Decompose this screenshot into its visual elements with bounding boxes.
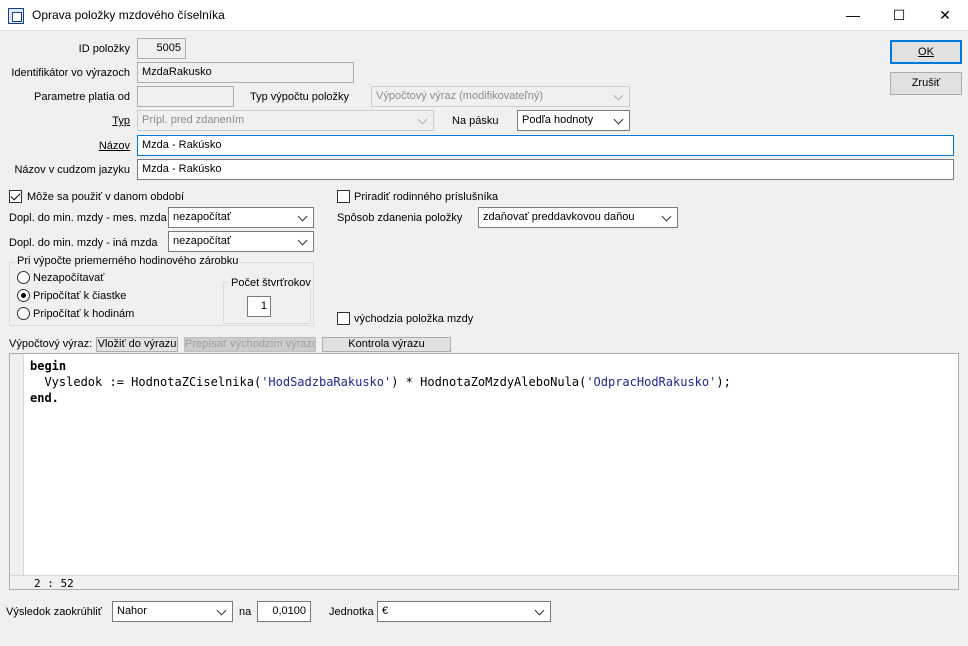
radio-add-to-hours-label[interactable]: Pripočítať k hodinám bbox=[33, 307, 134, 321]
min-wage-other-label: Dopl. do min. mzdy - iná mzda bbox=[9, 237, 158, 249]
overwrite-default-expression-button: Prepísať východzím výrazom bbox=[184, 337, 316, 352]
radio-exclude-label[interactable]: Nezapočítavať bbox=[33, 271, 104, 285]
unit-label: Jednotka bbox=[329, 606, 374, 618]
assign-family-checkbox[interactable] bbox=[337, 190, 350, 203]
params-valid-from-field[interactable] bbox=[137, 86, 234, 107]
name-input[interactable]: Mzda - Rakúsko bbox=[137, 135, 954, 156]
use-in-period-label[interactable]: Môže sa použiť v danom období bbox=[27, 190, 184, 204]
foreign-name-input[interactable]: Mzda - Rakúsko bbox=[137, 159, 954, 180]
payslip-select[interactable]: Podľa hodnoty bbox=[517, 110, 630, 131]
default-item-checkbox[interactable] bbox=[337, 312, 350, 325]
editor-gutter bbox=[10, 354, 24, 589]
calc-type-label: Typ výpočtu položky bbox=[250, 91, 350, 103]
expression-label: Výpočtový výraz: bbox=[9, 338, 93, 350]
rounding-to-label: na bbox=[239, 606, 252, 618]
minimize-icon[interactable]: — bbox=[830, 0, 876, 31]
rounding-precision-input[interactable]: 0,0100 bbox=[257, 601, 311, 622]
payslip-label: Na pásku bbox=[452, 115, 499, 127]
params-valid-from-label: Parametre platia od bbox=[34, 91, 130, 103]
average-earnings-title: Pri výpočte priemerného hodinového zárob… bbox=[15, 255, 241, 267]
identifier-field: MzdaRakusko bbox=[137, 62, 354, 83]
id-field: 5005 bbox=[137, 38, 186, 59]
check-expression-button[interactable]: Kontrola výrazu bbox=[322, 337, 451, 352]
editor-status-bar: 2 : 52 bbox=[9, 575, 959, 590]
min-wage-other-select[interactable]: nezapočítať bbox=[168, 231, 314, 252]
type-select[interactable]: Prípl. pred zdanením bbox=[137, 110, 434, 131]
use-in-period-checkbox[interactable] bbox=[9, 190, 22, 203]
chevron-down-icon bbox=[613, 87, 625, 106]
taxation-select[interactable]: zdaňovať preddavkovou daňou bbox=[478, 207, 678, 228]
ok-button[interactable]: OK bbox=[890, 40, 962, 64]
quarters-label: Počet štvrťrokov bbox=[229, 277, 313, 289]
min-wage-month-label: Dopl. do min. mzdy - mes. mzda bbox=[9, 212, 167, 224]
id-label: ID položky bbox=[78, 43, 130, 55]
quarters-input[interactable]: 1 bbox=[247, 296, 271, 317]
window-title: Oprava položky mzdového číselníka bbox=[32, 8, 225, 22]
insert-into-expression-button[interactable]: Vložiť do výrazu bbox=[96, 337, 178, 352]
code-line: Vysledok := HodnotaZCiselnika('HodSadzba… bbox=[30, 375, 731, 389]
taxation-label: Spôsob zdanenia položky bbox=[337, 212, 463, 224]
title-bar[interactable]: Oprava položky mzdového číselníka — ☐ ✕ bbox=[0, 0, 968, 31]
chevron-down-icon bbox=[661, 208, 673, 227]
maximize-icon[interactable]: ☐ bbox=[876, 0, 922, 31]
radio-add-to-hours[interactable] bbox=[17, 307, 30, 320]
radio-add-to-amount-label[interactable]: Pripočítať k čiastke bbox=[33, 289, 126, 303]
foreign-name-label: Názov v cudzom jazyku bbox=[14, 164, 130, 176]
assign-family-label[interactable]: Priradiť rodinného príslušníka bbox=[354, 190, 498, 204]
expression-editor[interactable]: begin Vysledok := HodnotaZCiselnika('Hod… bbox=[9, 353, 959, 590]
type-label: Typ bbox=[112, 115, 130, 127]
radio-exclude[interactable] bbox=[17, 271, 30, 284]
rounding-select[interactable]: Nahor bbox=[112, 601, 233, 622]
radio-add-to-amount[interactable] bbox=[17, 289, 30, 302]
name-label: Názov bbox=[98, 140, 130, 152]
identifier-label: Identifikátor vo výrazoch bbox=[11, 67, 130, 79]
chevron-down-icon bbox=[417, 111, 429, 130]
chevron-down-icon bbox=[297, 208, 309, 227]
cursor-position: 2 : 52 bbox=[34, 577, 74, 590]
code-line: begin bbox=[30, 359, 67, 373]
min-wage-month-select[interactable]: nezapočítať bbox=[168, 207, 314, 228]
default-item-label[interactable]: východzia položka mzdy bbox=[354, 312, 473, 326]
code-line: end. bbox=[30, 391, 59, 405]
chevron-down-icon bbox=[613, 111, 625, 130]
rounding-label: Výsledok zaokrúhliť bbox=[6, 606, 102, 618]
chevron-down-icon bbox=[216, 602, 228, 621]
close-icon[interactable]: ✕ bbox=[922, 0, 968, 31]
expression-code[interactable]: begin Vysledok := HodnotaZCiselnika('Hod… bbox=[30, 358, 731, 406]
chevron-down-icon bbox=[297, 232, 309, 251]
app-icon bbox=[8, 8, 24, 24]
unit-select[interactable]: € bbox=[377, 601, 551, 622]
chevron-down-icon bbox=[534, 602, 546, 621]
cancel-button[interactable]: Zrušiť bbox=[890, 72, 962, 95]
calc-type-select[interactable]: Výpočtový výraz (modifikovateľný) bbox=[371, 86, 630, 107]
